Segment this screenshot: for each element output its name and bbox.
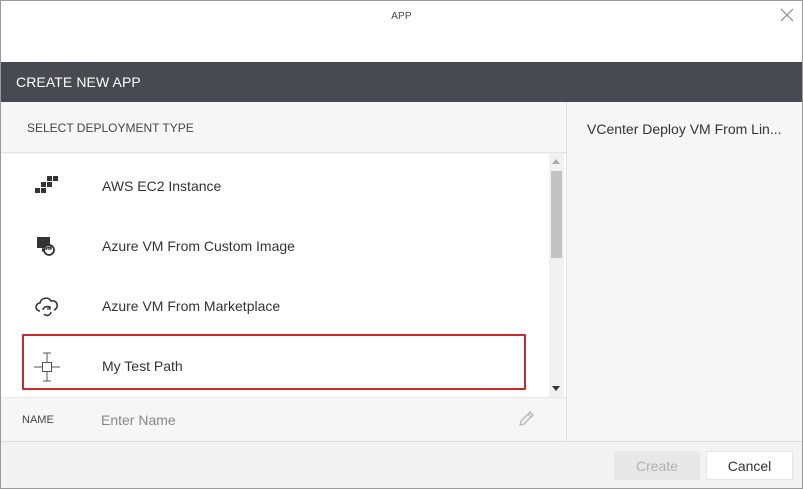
create-app-dialog: APP CREATE NEW APP SELECT DEPLOYMENT TYP… [0, 0, 803, 489]
dialog-footer: Create Cancel [1, 441, 802, 488]
dialog-titlebar: APP [1, 1, 802, 62]
scroll-up-arrow-icon[interactable] [552, 159, 560, 164]
scroll-down-arrow-icon[interactable] [552, 386, 560, 391]
deployment-item-label: My Test Path [102, 358, 183, 374]
details-title: VCenter Deploy VM From Lin... [587, 121, 782, 137]
path-node-icon [34, 352, 60, 382]
deployment-panel: SELECT DEPLOYMENT TYPE AWS EC2 Instance [1, 102, 566, 441]
name-input[interactable] [101, 410, 501, 430]
close-icon[interactable] [778, 6, 796, 24]
section-header: CREATE NEW APP [1, 62, 802, 102]
cancel-button[interactable]: Cancel [706, 451, 793, 480]
deployment-heading: SELECT DEPLOYMENT TYPE [1, 102, 566, 153]
selection-highlight [22, 334, 526, 390]
deployment-item-label: Azure VM From Marketplace [102, 298, 281, 314]
deployment-type-list: AWS EC2 Instance Azure VM From Custom Im… [1, 154, 566, 397]
cloud-sync-icon [35, 297, 58, 317]
create-button[interactable]: Create [614, 451, 700, 480]
deployment-item-azure-marketplace[interactable]: Azure VM From Marketplace [1, 276, 547, 336]
aws-icon [35, 176, 58, 193]
deployment-item-label: AWS EC2 Instance [102, 178, 222, 194]
deployment-item-azure-custom-image[interactable]: Azure VM From Custom Image [1, 216, 547, 276]
details-panel: VCenter Deploy VM From Lin... [566, 102, 802, 441]
name-label: NAME [22, 414, 54, 426]
dialog-title: APP [391, 11, 412, 22]
custom-image-icon [37, 237, 55, 256]
deployment-item-aws-ec2[interactable]: AWS EC2 Instance [1, 156, 547, 216]
name-row: NAME [1, 397, 566, 441]
deployment-item-my-test-path[interactable]: My Test Path [1, 334, 547, 394]
section-header-title: CREATE NEW APP [16, 74, 141, 90]
deployment-heading-label: SELECT DEPLOYMENT TYPE [27, 121, 194, 135]
list-scrollbar[interactable] [549, 154, 564, 397]
pencil-icon[interactable] [517, 410, 535, 428]
deployment-item-label: Azure VM From Custom Image [102, 238, 295, 254]
scrollbar-thumb[interactable] [551, 171, 562, 258]
